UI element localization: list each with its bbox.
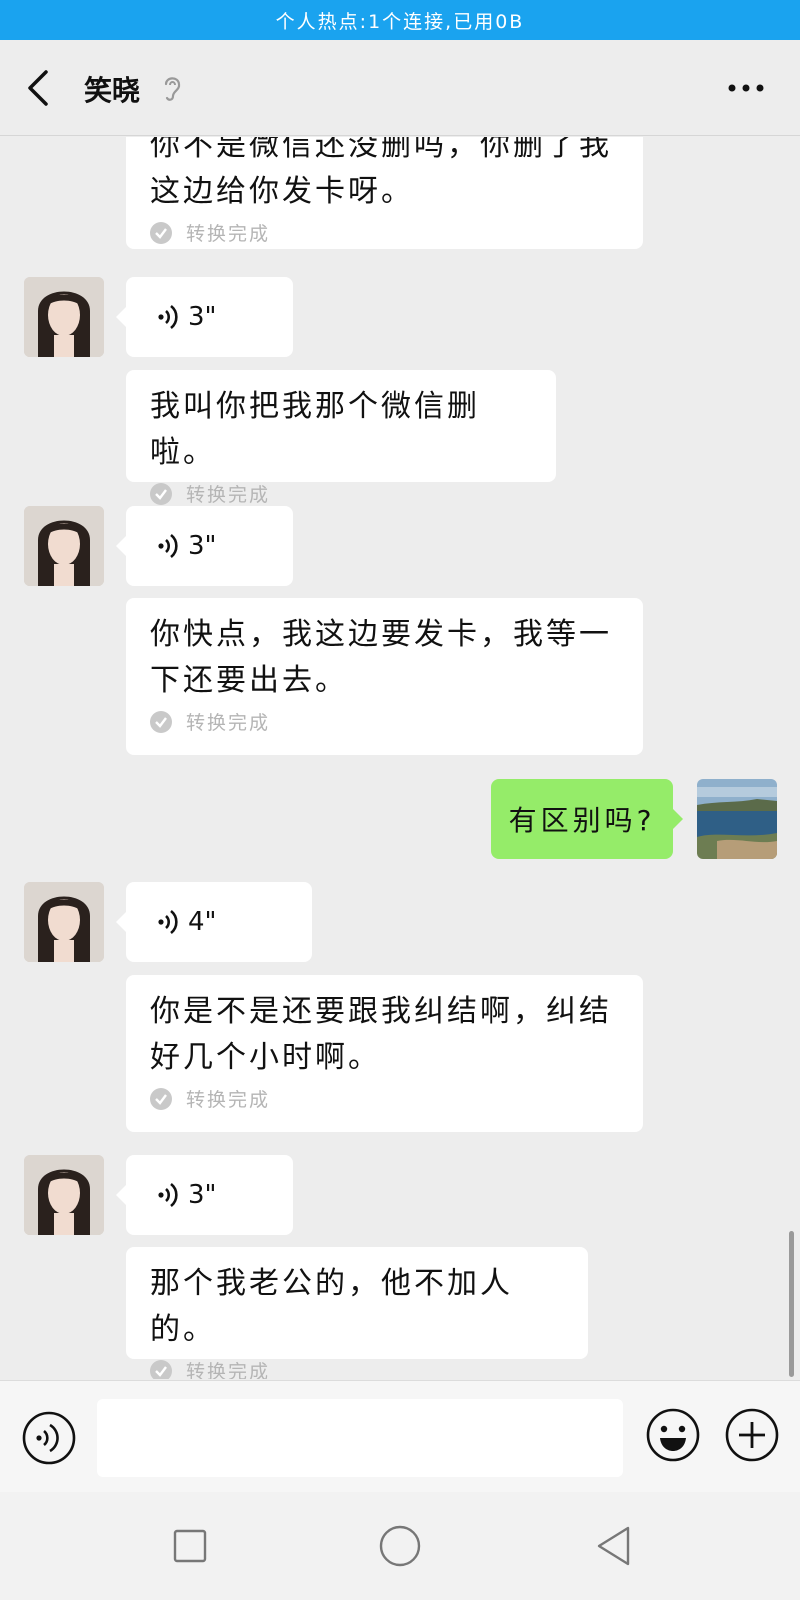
contact-name: 笑晓 (84, 74, 141, 107)
voice-message-bubble[interactable]: 3" (116, 277, 293, 357)
contact-avatar[interactable] (24, 506, 104, 586)
emoji-icon[interactable] (645, 1407, 701, 1463)
status-label: 转换完成 (186, 712, 271, 734)
ear-icon (164, 77, 181, 101)
transcript-text: 我叫你把我那个微信删啦。 (150, 389, 480, 470)
avatar-portrait (24, 882, 104, 962)
check-circle-icon (150, 1359, 172, 1379)
triangle-back-icon[interactable] (594, 1524, 634, 1568)
avatar-portrait (24, 506, 104, 586)
message-input[interactable] (97, 1399, 623, 1477)
conversion-status: 转换完成 (150, 219, 619, 246)
voice-wave-icon (158, 909, 178, 935)
transcript-bubble[interactable]: 你快点，我这边要发卡，我等一下还要出去。 转换完成 (126, 598, 643, 755)
plus-icon[interactable] (724, 1407, 780, 1463)
chat-scrollbar[interactable] (789, 1231, 794, 1377)
voice-duration: 3" (188, 302, 217, 332)
chat-messages[interactable]: 你不是微信还没删吗，你删了我这边给你发卡呀。 转换完成 3" 我叫你把我那个微信… (0, 137, 800, 1379)
hotspot-status-bar: 个人热点:1个连接,已用0B (0, 0, 800, 40)
square-icon[interactable] (172, 1528, 208, 1564)
transcript-text: 那个我老公的，他不加人的。 (150, 1266, 513, 1347)
voice-message-bubble[interactable]: 4" (116, 882, 312, 962)
conversion-status: 转换完成 (150, 1357, 564, 1379)
contact-avatar[interactable] (24, 1155, 104, 1235)
transcript-bubble[interactable]: 你不是微信还没删吗，你删了我这边给你发卡呀。 转换完成 (126, 137, 643, 249)
transcript-bubble[interactable]: 那个我老公的，他不加人的。 转换完成 (126, 1247, 588, 1379)
voice-message-bubble[interactable]: 3" (116, 506, 293, 586)
sent-message-text: 有区别吗? (508, 804, 656, 837)
voice-duration: 3" (188, 531, 217, 561)
contact-avatar[interactable] (24, 882, 104, 962)
transcript-text: 你是不是还要跟我纠结啊，纠结好几个小时啊。 (150, 994, 612, 1075)
check-circle-icon (150, 1087, 172, 1110)
status-label: 转换完成 (186, 484, 271, 506)
sent-message-bubble[interactable]: 有区别吗? (491, 779, 683, 859)
my-avatar[interactable] (697, 779, 777, 859)
voice-duration: 4" (188, 907, 217, 937)
avatar-portrait (24, 277, 104, 357)
voice-duration: 3" (188, 1180, 217, 1210)
transcript-text: 你快点，我这边要发卡，我等一下还要出去。 (150, 617, 612, 698)
status-label: 转换完成 (186, 1089, 271, 1111)
conversion-status: 转换完成 (150, 1085, 619, 1112)
transcript-text: 你不是微信还没删吗，你删了我这边给你发卡呀。 (150, 137, 612, 209)
voice-wave-icon (158, 1182, 178, 1208)
avatar-portrait (24, 1155, 104, 1235)
voice-message-bubble[interactable]: 3" (116, 1155, 293, 1235)
avatar-seascape (697, 779, 777, 859)
voice-wave-icon (158, 304, 178, 330)
contact-avatar[interactable] (24, 277, 104, 357)
conversion-status: 转换完成 (150, 708, 619, 735)
voice-input-icon[interactable] (22, 1411, 76, 1465)
chevron-left-icon[interactable] (22, 66, 58, 110)
circle-icon[interactable] (378, 1524, 422, 1568)
check-circle-icon (150, 710, 172, 733)
voice-wave-icon (158, 533, 178, 559)
hotspot-text: 个人热点:1个连接,已用0B (275, 10, 525, 33)
more-dots-icon[interactable] (726, 80, 766, 96)
chat-header: 笑晓 (0, 40, 800, 136)
conversion-status: 转换完成 (150, 480, 532, 507)
status-label: 转换完成 (186, 1361, 271, 1379)
message-input-bar (0, 1380, 800, 1492)
check-circle-icon (150, 221, 172, 244)
status-label: 转换完成 (186, 223, 271, 245)
system-navigation-bar (0, 1492, 800, 1600)
check-circle-icon (150, 482, 172, 505)
transcript-bubble[interactable]: 你是不是还要跟我纠结啊，纠结好几个小时啊。 转换完成 (126, 975, 643, 1132)
transcript-bubble[interactable]: 我叫你把我那个微信删啦。 转换完成 (126, 370, 556, 506)
